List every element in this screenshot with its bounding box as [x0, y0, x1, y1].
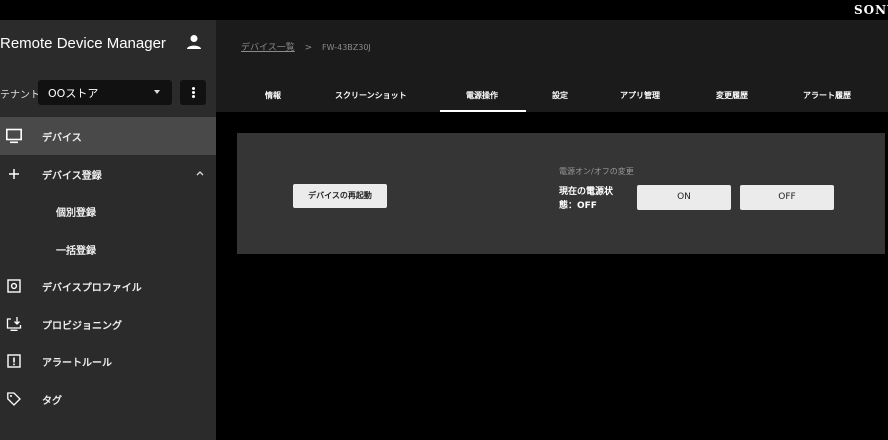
app-title: Remote Device Manager	[0, 35, 166, 52]
breadcrumb-current: FW-43BZ30J	[322, 43, 371, 52]
tab-screenshot[interactable]: スクリーンショット	[335, 90, 407, 101]
tab-info[interactable]: 情報	[265, 90, 281, 101]
brand-logo: SONY	[854, 3, 888, 17]
chevron-up-icon[interactable]	[195, 169, 205, 177]
power-section-title: 電源オン/オフの変更	[559, 167, 634, 176]
top-bar: SONY	[0, 0, 888, 20]
alert-box-icon	[7, 354, 21, 368]
settings-box-icon	[7, 279, 21, 293]
monitor-icon	[6, 128, 22, 144]
sidebar: Remote Device Manager テナント: OOストア デバイス デ…	[0, 20, 216, 440]
tab-app-management[interactable]: アプリ管理	[620, 90, 660, 101]
plus-icon	[9, 168, 19, 179]
active-tab-indicator	[440, 110, 526, 112]
tab-settings[interactable]: 設定	[552, 90, 568, 101]
tenant-value: OOストア	[48, 87, 99, 100]
tag-icon	[7, 391, 21, 406]
sidebar-item-device-profile[interactable]: デバイスプロファイル	[0, 267, 216, 305]
sidebar-item-label: タグ	[42, 395, 62, 407]
sidebar-item-alert-rules[interactable]: アラートルール	[0, 342, 216, 380]
sidebar-item-label: プロビジョニング	[42, 320, 122, 332]
tab-bar: 情報 スクリーンショット 電源操作 設定 アプリ管理 変更履歴 アラート履歴	[216, 80, 888, 112]
sidebar-item-devices[interactable]: デバイス	[0, 117, 216, 155]
sidebar-nav: デバイス デバイス登録 個別登録 一括登録 デバイスプロファイル プロビジョニン…	[0, 117, 216, 417]
sidebar-item-label: デバイス登録	[42, 170, 102, 182]
tab-alert-history[interactable]: アラート履歴	[803, 90, 851, 101]
content-header: デバイス一覧 > FW-43BZ30J 情報 スクリーンショット 電源操作 設定…	[216, 20, 888, 112]
download-screen-icon	[6, 316, 22, 331]
breadcrumb-separator: >	[304, 43, 313, 53]
sidebar-item-bulk-registration[interactable]: 一括登録	[0, 230, 216, 268]
tab-change-history[interactable]: 変更履歴	[716, 90, 748, 101]
tab-power[interactable]: 電源操作	[466, 90, 498, 101]
sidebar-item-label: デバイスプロファイル	[42, 283, 142, 294]
sidebar-item-label: デバイス	[42, 133, 82, 144]
tenant-select[interactable]: OOストア	[38, 80, 172, 105]
caret-down-icon	[154, 90, 160, 94]
sidebar-item-individual-registration[interactable]: 個別登録	[0, 192, 216, 230]
main-content: デバイス一覧 > FW-43BZ30J 情報 スクリーンショット 電源操作 設定…	[216, 20, 888, 440]
more-menu-icon[interactable]	[180, 80, 206, 105]
sidebar-item-tags[interactable]: タグ	[0, 380, 216, 418]
restart-device-button[interactable]: デバイスの再起動	[293, 184, 387, 208]
sidebar-item-provisioning[interactable]: プロビジョニング	[0, 305, 216, 343]
tenant-label: テナント:	[0, 90, 44, 101]
sidebar-item-label: 一括登録	[56, 245, 96, 257]
sidebar-item-label: 個別登録	[56, 208, 96, 219]
power-off-button[interactable]: OFF	[740, 185, 834, 210]
sidebar-item-device-registration[interactable]: デバイス登録	[0, 155, 216, 193]
breadcrumb-link-device-list[interactable]: デバイス一覧	[241, 43, 295, 53]
sidebar-item-label: アラートルール	[42, 358, 112, 369]
power-status: 現在の電源状態：OFF	[559, 187, 614, 211]
power-on-button[interactable]: ON	[637, 185, 731, 210]
power-panel: デバイスの再起動 電源オン/オフの変更 現在の電源状態：OFF ON OFF	[237, 133, 885, 254]
tenant-row: テナント: OOストア	[0, 80, 216, 106]
app-header: Remote Device Manager	[0, 20, 216, 70]
breadcrumb: デバイス一覧 > FW-43BZ30J	[241, 40, 371, 53]
user-icon[interactable]	[186, 34, 202, 50]
